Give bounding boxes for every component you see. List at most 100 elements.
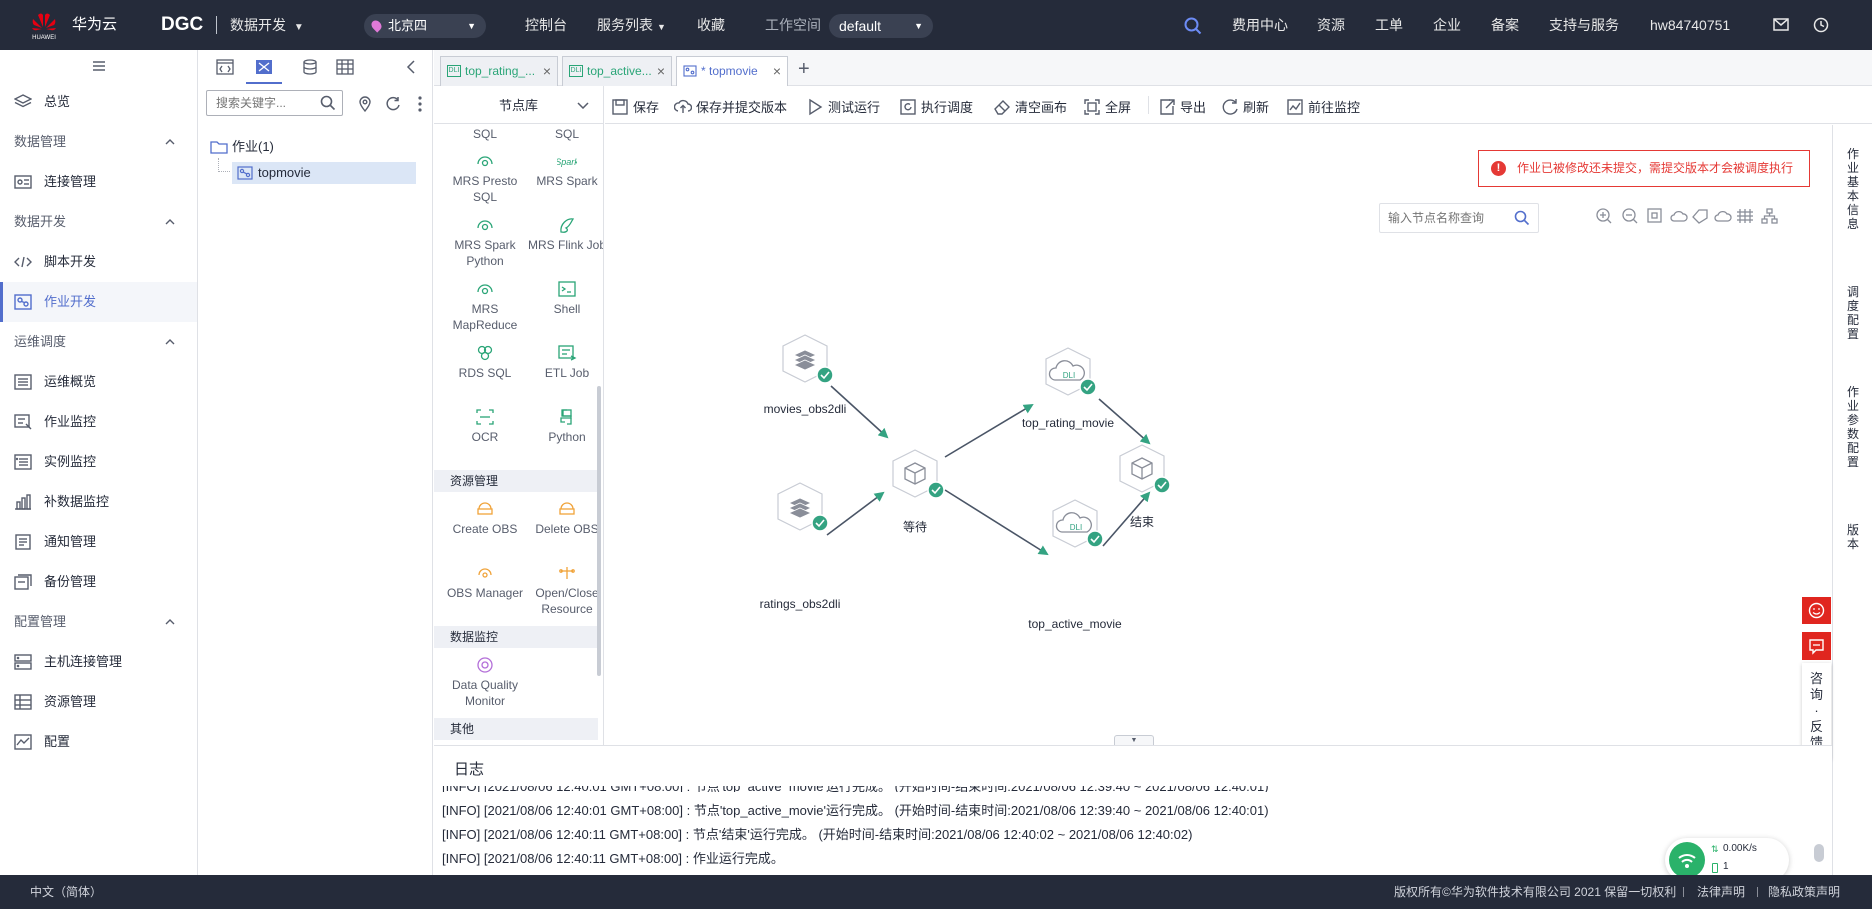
clear-canvas-button[interactable]: 清空画布 [993, 86, 1067, 124]
node-mrs-mapreduce[interactable]: MRS MapReduce [443, 280, 527, 333]
zoom-in-icon[interactable] [1596, 208, 1612, 224]
sidebar-item-host-connection[interactable]: 主机连接管理 [0, 642, 197, 682]
zoom-out-icon[interactable] [1622, 208, 1638, 224]
fullscreen-button[interactable]: 全屏 [1083, 86, 1131, 124]
sidebar-group-data-development[interactable]: 数据开发 [0, 202, 197, 242]
nav-resources[interactable]: 资源 [1317, 0, 1345, 50]
nav-enterprise[interactable]: 企业 [1433, 0, 1461, 50]
sidebar-group-data-management[interactable]: 数据管理 [0, 122, 197, 162]
collapse-panel-icon[interactable] [406, 60, 416, 74]
search-icon[interactable] [1184, 17, 1202, 35]
test-run-button[interactable]: 测试运行 [806, 86, 880, 124]
tab-top-rating[interactable]: DLI top_rating_... × [440, 56, 558, 86]
search-icon[interactable] [1514, 210, 1530, 226]
nav-billing[interactable]: 费用中心 [1232, 0, 1288, 50]
node-mrs-spark-python[interactable]: MRS Spark Python [443, 216, 527, 269]
tree-search-input[interactable] [207, 91, 315, 115]
menu-toggle-icon[interactable] [92, 60, 106, 72]
node-data-quality-monitor[interactable]: Data Quality Monitor [443, 656, 527, 709]
legal-link[interactable]: 法律声明 [1697, 875, 1745, 909]
node-sql-2[interactable]: SQL [525, 126, 603, 142]
node-obs-manager[interactable]: OBS Manager [443, 564, 527, 601]
region-select[interactable]: 北京四 ▼ [364, 14, 486, 38]
library-scrollbar[interactable] [597, 386, 601, 676]
save-and-submit-button[interactable]: 保存并提交版本 [674, 86, 787, 124]
node-sql-1[interactable]: SQL [443, 126, 527, 142]
node-library-header[interactable]: 节点库 [434, 86, 603, 124]
sidebar-item-config[interactable]: 配置 [0, 722, 197, 762]
workspace-select[interactable]: default ▼ [829, 14, 933, 38]
node-rds-sql[interactable]: RDS SQL [443, 344, 527, 381]
cloud-sync-icon[interactable] [1714, 210, 1732, 222]
feedback-smile-button[interactable] [1802, 597, 1831, 624]
execute-schedule-button[interactable]: 执行调度 [899, 86, 973, 124]
go-to-monitor-button[interactable]: 前往监控 [1286, 86, 1360, 124]
sidebar-item-job-development[interactable]: 作业开发 [0, 282, 197, 322]
log-scrollbar[interactable] [1814, 844, 1824, 862]
rail-job-params[interactable]: 作业参数配置 [1833, 385, 1872, 469]
sidebar-group-ops-scheduling[interactable]: 运维调度 [0, 322, 197, 362]
sidebar-item-connection-management[interactable]: 连接管理 [0, 162, 197, 202]
sidebar-item-resource-management[interactable]: 资源管理 [0, 682, 197, 722]
add-tab-icon[interactable]: + [798, 56, 810, 82]
node-search-box[interactable] [1379, 203, 1539, 233]
export-button[interactable]: 导出 [1158, 86, 1206, 124]
node-mrs-flink-job[interactable]: MRS Flink Job [525, 216, 603, 253]
tab-topmovie[interactable]: * topmovie × [676, 56, 788, 86]
locate-icon[interactable] [358, 96, 372, 112]
tag-icon[interactable] [1692, 209, 1708, 224]
feedback-chat-button[interactable] [1802, 632, 1831, 660]
collapse-log-handle[interactable]: ▼ [1114, 735, 1154, 745]
user-account[interactable]: hw84740751 [1650, 0, 1730, 50]
grid-icon[interactable] [1737, 209, 1753, 223]
nav-service-list[interactable]: 服务列表 ▼ [597, 0, 666, 50]
node-mrs-presto-sql[interactable]: MRS Presto SQL [443, 152, 527, 205]
tree-job-item[interactable]: topmovie [232, 162, 416, 184]
node-shell[interactable]: Shell [525, 280, 603, 317]
code-tab-icon[interactable] [216, 59, 234, 75]
clock-icon[interactable] [1813, 17, 1829, 33]
close-icon[interactable]: × [657, 57, 665, 85]
sidebar-item-backup[interactable]: 备份管理 [0, 562, 197, 602]
sidebar-item-overview[interactable]: 总览 [0, 82, 197, 122]
database-tab-icon[interactable] [302, 59, 318, 75]
sidebar-item-notification[interactable]: 通知管理 [0, 522, 197, 562]
nav-favorites[interactable]: 收藏 [697, 0, 725, 50]
rail-job-basic-info[interactable]: 作业基本信息 [1833, 147, 1872, 231]
cloud-title[interactable]: 华为云 [72, 0, 117, 50]
sidebar-item-job-monitor[interactable]: 作业监控 [0, 402, 197, 442]
search-icon[interactable] [320, 95, 336, 111]
sidebar-group-config-management[interactable]: 配置管理 [0, 602, 197, 642]
job-canvas[interactable]: ! 作业已被修改还未提交，需提交版本才会被调度执行 输入节点名称查询 DLI D… [605, 125, 1830, 745]
node-create-obs[interactable]: Create OBS [443, 500, 527, 537]
refresh-icon[interactable] [385, 96, 401, 112]
nav-support[interactable]: 支持与服务 [1549, 0, 1619, 50]
huawei-logo[interactable]: HUAWEI [30, 9, 58, 41]
node-open-close-resource[interactable]: Open/Close Resource [525, 564, 603, 617]
nav-icp[interactable]: 备案 [1491, 0, 1519, 50]
fit-view-icon[interactable] [1647, 208, 1662, 223]
mail-icon[interactable] [1773, 18, 1789, 31]
node-mrs-spark[interactable]: Spark MRS Spark [525, 152, 603, 189]
job-tab-icon[interactable] [246, 50, 282, 84]
node-search-input[interactable] [1380, 204, 1508, 232]
save-button[interactable]: 保存 [611, 86, 659, 124]
tree-folder[interactable]: 作业(1) [210, 137, 274, 157]
node-python[interactable]: Python [525, 408, 603, 445]
node-ocr[interactable]: OCR [443, 408, 527, 445]
sidebar-item-script-development[interactable]: 脚本开发 [0, 242, 197, 282]
tree-search-box[interactable] [206, 90, 343, 116]
nav-tickets[interactable]: 工单 [1375, 0, 1403, 50]
module-dropdown[interactable]: 数据开发 ▼ [230, 0, 304, 50]
close-icon[interactable]: × [543, 57, 551, 85]
more-icon[interactable] [418, 96, 422, 112]
cloud-tool-icon[interactable] [1670, 210, 1688, 222]
rail-schedule-config[interactable]: 调度配置 [1833, 285, 1872, 341]
sidebar-item-ops-overview[interactable]: 运维概览 [0, 362, 197, 402]
product-title[interactable]: DGC [161, 0, 203, 50]
sidebar-item-instance-monitor[interactable]: 实例监控 [0, 442, 197, 482]
refresh-button[interactable]: 刷新 [1221, 86, 1269, 124]
tab-top-active[interactable]: DLI top_active... × [562, 56, 672, 86]
privacy-link[interactable]: 隐私政策声明 [1768, 875, 1840, 909]
language-switch[interactable]: 中文（简体） [30, 875, 102, 909]
